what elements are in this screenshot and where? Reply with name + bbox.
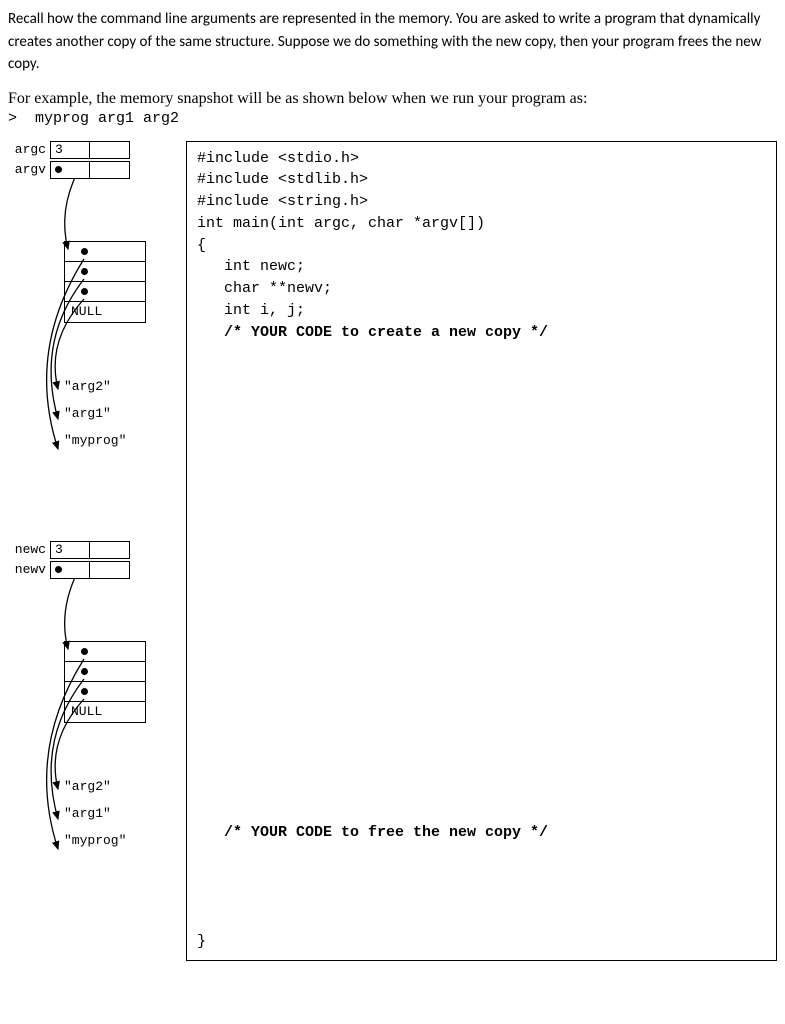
newc-cell-empty	[90, 541, 130, 559]
argv-label: argv	[8, 162, 50, 177]
code-l7: char **newv;	[197, 280, 332, 297]
newv-0	[65, 642, 145, 662]
str-myprog-copy: "myprog"	[64, 833, 186, 848]
argc-label: argc	[8, 142, 50, 157]
argv-array: NULL	[64, 241, 146, 323]
newv-row: newv	[8, 561, 186, 579]
pointer-dot	[81, 668, 88, 675]
argc-cell-empty	[90, 141, 130, 159]
argv-0	[65, 242, 145, 262]
pointer-dot	[81, 688, 88, 695]
argc-cell: 3	[50, 141, 90, 159]
newv-null: NULL	[65, 702, 145, 722]
pointer-dot	[55, 166, 62, 173]
str-arg1-copy: "arg1"	[64, 806, 186, 821]
newv-label: newv	[8, 562, 50, 577]
pointer-dot	[81, 248, 88, 255]
newc-label: newc	[8, 542, 50, 557]
argv-null: NULL	[65, 302, 145, 322]
command-line: > myprog arg1 arg2	[8, 110, 777, 127]
argv-1	[65, 262, 145, 282]
code-l3: #include <string.h>	[197, 193, 368, 210]
argv-cell	[50, 161, 90, 179]
code-l1: #include <stdio.h>	[197, 150, 359, 167]
pointer-dot	[81, 288, 88, 295]
pointer-dot	[81, 648, 88, 655]
main-content-row: argc 3 argv NULL "arg2" "arg1" "myprog"	[8, 141, 777, 961]
str-arg2-copy: "arg2"	[64, 779, 186, 794]
str-arg2: "arg2"	[64, 379, 186, 394]
code-l10: /* YOUR CODE to free the new copy */	[197, 824, 548, 841]
newv-1	[65, 662, 145, 682]
argv-row: argv	[8, 161, 186, 179]
intro-paragraph: Recall how the command line arguments ar…	[8, 8, 777, 76]
argc-row: argc 3	[8, 141, 186, 159]
newv-cell	[50, 561, 90, 579]
newv-block: newc 3 newv NULL "arg2" "arg1" "myprog"	[8, 541, 186, 921]
argv-cell-empty	[90, 161, 130, 179]
command-text: myprog arg1 arg2	[35, 110, 179, 127]
code-box: #include <stdio.h> #include <stdlib.h> #…	[186, 141, 777, 961]
code-l8: int i, j;	[197, 302, 305, 319]
example-line: For example, the memory snapshot will be…	[8, 90, 777, 108]
pointer-dot	[55, 566, 62, 573]
newc-row: newc 3	[8, 541, 186, 559]
newv-array: NULL	[64, 641, 146, 723]
code-l9: /* YOUR CODE to create a new copy */	[197, 324, 548, 341]
newc-cell: 3	[50, 541, 90, 559]
code-l4: int main(int argc, char *argv[])	[197, 215, 485, 232]
prompt-symbol: >	[8, 110, 17, 127]
code-l6: int newc;	[197, 258, 305, 275]
str-arg1: "arg1"	[64, 406, 186, 421]
intro-text: Recall how the command line arguments ar…	[8, 10, 761, 73]
code-l11: }	[197, 933, 206, 950]
code-l2: #include <stdlib.h>	[197, 171, 368, 188]
newv-2	[65, 682, 145, 702]
argv-block: argc 3 argv NULL "arg2" "arg1" "myprog"	[8, 141, 186, 541]
str-myprog: "myprog"	[64, 433, 186, 448]
code-l5: {	[197, 237, 206, 254]
newv-cell-empty	[90, 561, 130, 579]
pointer-dot	[81, 268, 88, 275]
argv-2	[65, 282, 145, 302]
memory-diagram: argc 3 argv NULL "arg2" "arg1" "myprog"	[8, 141, 186, 921]
